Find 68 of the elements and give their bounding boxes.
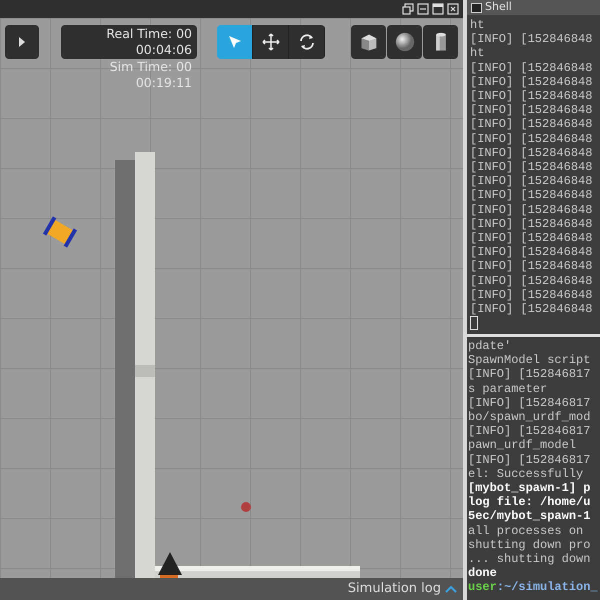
terminal-line: 5ec/mybot_spawn-1	[468, 509, 590, 524]
terminal-line: [INFO] [152846848	[470, 132, 592, 146]
terminal-line: [INFO] [152846817	[468, 452, 590, 467]
terminal-line: [INFO] [152846848	[470, 174, 592, 188]
terminal-line: ht	[470, 46, 484, 61]
terminal-line: [INFO] [152846817	[468, 424, 590, 438]
sim-time-value: 00:19:11	[136, 75, 193, 91]
terminal-icon	[471, 2, 482, 12]
simulation-log-bar[interactable]: Simulation log	[0, 578, 463, 600]
translate-mode-button[interactable]	[253, 25, 289, 59]
sim-time-label: Sim Time: 00	[110, 59, 193, 75]
terminal-line: [INFO] [152846848	[470, 160, 592, 174]
terminal-line: [INFO] [152846848	[470, 259, 592, 274]
small-object	[241, 502, 251, 512]
terminal-line: done	[468, 566, 497, 580]
terminal-line: s parameter	[468, 382, 548, 396]
terminal-line: ... shutting down	[468, 552, 590, 566]
terminal-line: pdate'	[468, 339, 512, 354]
maximize-window-icon[interactable]	[432, 3, 444, 15]
terminal-line: [INFO] [152846848	[470, 117, 592, 132]
box-shape-button[interactable]	[351, 25, 386, 59]
sphere-icon	[394, 31, 416, 53]
terminal-line: [INFO] [152846848	[470, 32, 592, 46]
terminal-line: [INFO] [152846848	[470, 60, 592, 75]
rotate-arrows-icon	[298, 33, 316, 51]
play-icon	[18, 36, 26, 48]
terminal-line: [mybot_spawn-1] p	[468, 481, 590, 496]
terminal-line: ht	[470, 18, 484, 32]
terminal-line: [INFO] [152846848	[470, 274, 592, 288]
terminal-line: [INFO] [152846848	[470, 74, 592, 90]
terminal-prompt: user:~/simulation_	[468, 580, 598, 595]
sphere-shape-button[interactable]	[387, 25, 422, 59]
select-mode-button[interactable]	[217, 25, 253, 59]
terminal-line: [INFO] [152846817	[468, 396, 590, 410]
terminal-line: shutting down pro	[468, 538, 590, 552]
play-button[interactable]	[5, 25, 39, 59]
terminal-line: [INFO] [152846848	[470, 288, 592, 302]
move-arrows-icon	[262, 33, 280, 51]
simulation-log-label: Simulation log	[348, 580, 441, 598]
terminal-line: [INFO] [152846817	[468, 367, 590, 382]
terminal-line: [INFO] [152846848	[470, 202, 592, 217]
terminal-line: [INFO] [152846848	[470, 231, 592, 246]
minimize-window-icon[interactable]	[417, 3, 429, 15]
chevron-up-icon	[445, 585, 457, 593]
real-time-label: Real Time: 00	[106, 26, 192, 42]
terminal-line: [INFO] [152846848	[470, 89, 592, 104]
real-time-value: 00:04:06	[136, 42, 192, 58]
rotate-mode-button[interactable]	[289, 25, 325, 59]
restore-window-icon[interactable]	[402, 3, 414, 15]
terminal-line: [INFO] [152846848	[470, 146, 592, 160]
terminal-line: bo/spawn_urdf_mod	[468, 410, 590, 424]
robot-drawing	[42, 216, 78, 248]
terminal-line: log file: /home/u	[468, 495, 590, 510]
terminal-line: [INFO] [152846848	[470, 103, 592, 118]
3d-viewport[interactable]: Real Time: 00 00:04:06 Sim Time: 00 00:19:11	[0, 18, 463, 578]
terminal-line: el: Successfully	[468, 466, 584, 482]
terminal-line: all processes on	[468, 524, 584, 538]
terminal-line: SpawnModel script	[468, 353, 590, 368]
shell-title: Shell	[485, 0, 512, 16]
close-window-icon[interactable]	[447, 3, 459, 15]
terminal-line: [INFO] [152846848	[470, 245, 592, 260]
terminal-line: [INFO] [152846848	[470, 188, 592, 203]
terminal-cursor	[470, 316, 478, 330]
terminal-line: pawn_urdf_model	[468, 438, 576, 453]
traffic-cone-drawing	[158, 552, 182, 578]
cylinder-shape-button[interactable]	[423, 25, 458, 59]
terminal-line: [INFO] [152846848	[470, 302, 592, 316]
terminal-line: [INFO] [152846848	[470, 216, 592, 232]
